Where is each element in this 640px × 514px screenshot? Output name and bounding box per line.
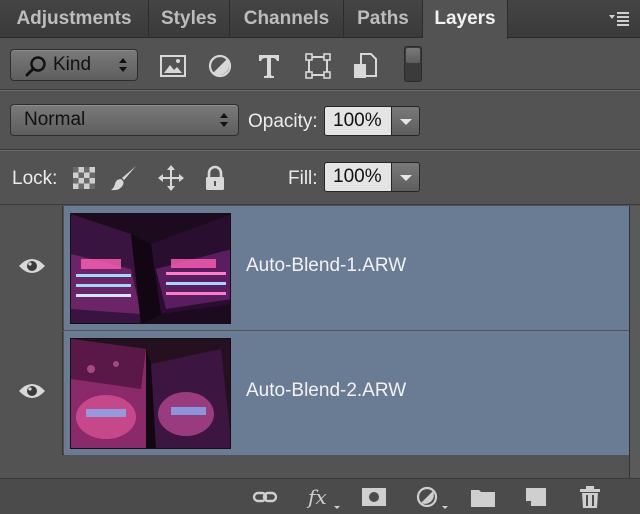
lock-position-icon[interactable] bbox=[157, 164, 185, 192]
fill-dropdown-button[interactable] bbox=[392, 162, 420, 192]
visibility-column[interactable] bbox=[0, 206, 63, 330]
panel-menu-icon[interactable] bbox=[608, 9, 630, 29]
opacity-label: Opacity: bbox=[248, 111, 318, 132]
lock-image-pixels-icon[interactable] bbox=[110, 164, 138, 192]
layer-name[interactable]: Auto-Blend-2.ARW bbox=[246, 380, 406, 402]
search-icon bbox=[25, 56, 46, 77]
new-adjustment-layer-icon[interactable] bbox=[414, 484, 450, 510]
layer-thumbnail bbox=[70, 338, 231, 449]
filter-row: Kind bbox=[0, 38, 640, 90]
visibility-column[interactable] bbox=[0, 331, 63, 455]
new-group-folder-icon[interactable] bbox=[470, 484, 496, 510]
filter-kind-label: Kind bbox=[53, 54, 92, 75]
filter-toggle-switch[interactable] bbox=[404, 46, 422, 82]
eye-visibility-icon[interactable] bbox=[18, 381, 46, 401]
add-mask-icon[interactable] bbox=[361, 484, 387, 510]
new-layer-icon[interactable] bbox=[523, 484, 549, 510]
layer-style-fx-icon[interactable]: fx bbox=[306, 484, 342, 510]
lock-transparent-pixels-icon[interactable] bbox=[70, 164, 98, 192]
layers-scrollbar[interactable] bbox=[629, 206, 640, 478]
tab-channels[interactable]: Channels bbox=[230, 0, 344, 38]
blend-mode-select[interactable]: Normal bbox=[10, 104, 239, 136]
layer-body[interactable]: Auto-Blend-1.ARW bbox=[64, 206, 629, 330]
panel-tab-bar: Adjustments Styles Channels Paths Layers bbox=[0, 0, 640, 39]
updown-arrows-icon bbox=[119, 58, 127, 72]
layers-bottom-toolbar: fx bbox=[0, 478, 640, 514]
layer-row[interactable]: Auto-Blend-1.ARW bbox=[0, 206, 629, 330]
link-layers-icon[interactable] bbox=[252, 484, 278, 510]
layer-body[interactable]: Auto-Blend-2.ARW bbox=[64, 331, 629, 455]
opacity-dropdown-button[interactable] bbox=[392, 106, 420, 136]
svg-text:fx: fx bbox=[306, 485, 327, 509]
opacity-input[interactable]: 100% bbox=[324, 106, 392, 136]
lock-label: Lock: bbox=[12, 168, 58, 189]
eye-visibility-icon[interactable] bbox=[18, 256, 46, 276]
type-filter-icon[interactable] bbox=[253, 50, 285, 82]
tab-layers[interactable]: Layers bbox=[423, 0, 508, 39]
delete-layer-trash-icon[interactable] bbox=[577, 484, 603, 510]
image-filter-icon[interactable] bbox=[157, 50, 189, 82]
layer-row[interactable]: Auto-Blend-2.ARW bbox=[0, 331, 629, 455]
layer-name[interactable]: Auto-Blend-1.ARW bbox=[246, 255, 406, 277]
filter-kind-select[interactable]: Kind bbox=[10, 49, 138, 81]
filter-toggle-knob bbox=[406, 48, 420, 63]
lock-all-icon[interactable] bbox=[201, 164, 229, 192]
blend-mode-value: Normal bbox=[24, 109, 86, 130]
fill-input[interactable]: 100% bbox=[324, 162, 392, 192]
updown-arrows-icon bbox=[220, 113, 228, 127]
tab-adjustments[interactable]: Adjustments bbox=[0, 0, 149, 38]
blend-row: Normal Opacity: 100% bbox=[0, 90, 640, 150]
adjustment-filter-icon[interactable] bbox=[204, 50, 236, 82]
smart-object-filter-icon[interactable] bbox=[349, 50, 381, 82]
layer-thumbnail bbox=[70, 213, 231, 324]
tab-styles[interactable]: Styles bbox=[149, 0, 230, 38]
fill-label: Fill: bbox=[288, 168, 318, 189]
layers-list: Auto-Blend-1.ARW Auto-Blend-2.ARW bbox=[0, 206, 640, 478]
tab-paths[interactable]: Paths bbox=[344, 0, 423, 38]
shape-filter-icon[interactable] bbox=[302, 50, 334, 82]
